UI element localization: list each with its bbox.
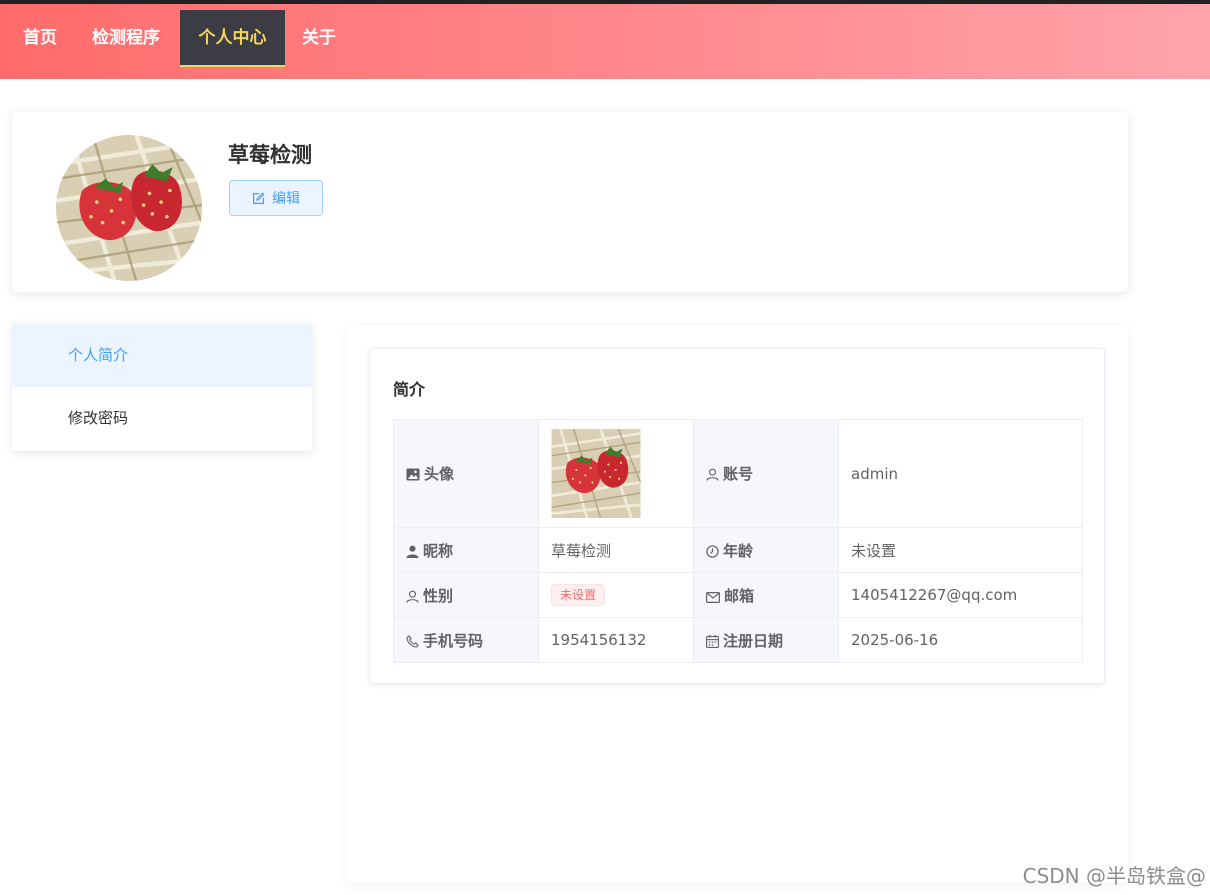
nickname-value: 草莓检测 bbox=[538, 527, 694, 573]
intro-table: 头像 账号 admin 昵称 草莓检测 年龄 未设置 性别 未设置 邮箱 140… bbox=[393, 419, 1083, 663]
avatar-value-cell bbox=[538, 419, 694, 528]
strawberry-avatar-image bbox=[56, 135, 202, 281]
gender-label: 性别 bbox=[423, 586, 454, 605]
calendar-icon bbox=[706, 634, 719, 648]
register-date-value: 2025-06-16 bbox=[838, 617, 1083, 663]
table-row: 性别 未设置 邮箱 1405412267@qq.com bbox=[393, 572, 1083, 618]
register-date-label-cell: 注册日期 bbox=[693, 617, 839, 663]
phone-icon bbox=[406, 634, 419, 648]
intro-title: 简介 bbox=[393, 380, 426, 399]
profile-name: 草莓检测 bbox=[228, 143, 312, 167]
table-row: 手机号码 1954156132 注册日期 2025-06-16 bbox=[393, 617, 1083, 663]
phone-label-cell: 手机号码 bbox=[393, 617, 539, 663]
phone-value: 1954156132 bbox=[538, 617, 694, 663]
user-filled-icon bbox=[406, 545, 419, 558]
age-label: 年龄 bbox=[723, 541, 754, 560]
nav-home[interactable]: 首页 bbox=[5, 10, 75, 67]
intro-card: 简介 头像 账号 admin 昵称 草莓检测 年龄 未设置 性别 未设置 邮箱 … bbox=[369, 348, 1105, 684]
email-label: 邮箱 bbox=[724, 586, 755, 605]
nav-detection-program[interactable]: 检测程序 bbox=[74, 10, 178, 67]
edit-icon bbox=[253, 191, 265, 204]
avatar-label: 头像 bbox=[424, 465, 455, 483]
top-navbar: 首页 检测程序 个人中心 关于 bbox=[0, 4, 1210, 79]
menu-item-change-password[interactable]: 修改密码 bbox=[12, 387, 312, 450]
menu-item-profile-intro[interactable]: 个人简介 bbox=[12, 324, 312, 387]
gender-label-cell: 性别 bbox=[393, 572, 539, 618]
account-value: admin bbox=[838, 419, 1083, 528]
email-label-cell: 邮箱 bbox=[693, 572, 839, 618]
mail-icon bbox=[706, 591, 720, 603]
avatar-thumbnail[interactable] bbox=[551, 429, 641, 518]
user-icon bbox=[406, 590, 419, 603]
account-label-cell: 账号 bbox=[693, 419, 839, 528]
nav-user-center[interactable]: 个人中心 bbox=[180, 10, 285, 67]
register-date-label: 注册日期 bbox=[723, 631, 784, 650]
edit-button[interactable]: 编辑 bbox=[229, 180, 323, 216]
main-panel: 简介 头像 账号 admin 昵称 草莓检测 年龄 未设置 性别 未设置 邮箱 … bbox=[347, 326, 1128, 883]
side-menu: 个人简介 修改密码 bbox=[12, 324, 312, 451]
email-value: 1405412267@qq.com bbox=[838, 572, 1083, 618]
table-row: 昵称 草莓检测 年龄 未设置 bbox=[393, 527, 1083, 573]
nav-about[interactable]: 关于 bbox=[284, 10, 354, 67]
avatar-label-cell: 头像 bbox=[393, 419, 539, 528]
profile-card: 草莓检测 编辑 bbox=[12, 111, 1128, 292]
phone-label: 手机号码 bbox=[423, 631, 484, 650]
table-row: 头像 账号 admin bbox=[393, 419, 1083, 528]
gender-tag: 未设置 bbox=[551, 584, 606, 606]
age-value: 未设置 bbox=[838, 527, 1083, 573]
nickname-label: 昵称 bbox=[423, 541, 454, 560]
account-label: 账号 bbox=[723, 465, 754, 483]
age-label-cell: 年龄 bbox=[693, 527, 839, 573]
user-icon bbox=[706, 468, 719, 481]
csdn-watermark: CSDN @半岛铁盒@ bbox=[1022, 864, 1206, 888]
picture-icon bbox=[406, 468, 420, 481]
gender-value-cell: 未设置 bbox=[538, 572, 694, 618]
clock-icon bbox=[706, 544, 719, 558]
strawberry-thumbnail-image bbox=[551, 429, 641, 518]
edit-button-label: 编辑 bbox=[272, 191, 300, 207]
nickname-label-cell: 昵称 bbox=[393, 527, 539, 573]
avatar[interactable] bbox=[56, 135, 202, 281]
